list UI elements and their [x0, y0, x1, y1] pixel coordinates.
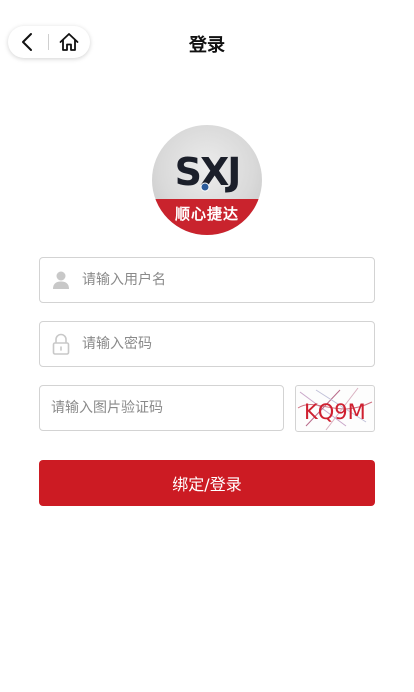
password-field[interactable]: [39, 321, 375, 367]
brand-name: 顺心捷达: [174, 205, 239, 223]
captcha-graphic: KQ9M: [297, 387, 373, 431]
login-page: 登录 SXJ 顺心捷达 请输入用户名 请输入图片验证码 KQ9M 绑定/登录: [0, 0, 414, 692]
bind-login-button[interactable]: 绑定/登录: [39, 460, 375, 506]
captcha-input[interactable]: [51, 386, 283, 430]
password-input[interactable]: [82, 322, 374, 366]
brand-name-band: 顺心捷达: [152, 199, 262, 235]
page-title: 登录: [189, 35, 225, 56]
captcha-field[interactable]: [39, 385, 284, 431]
captcha-text: KQ9M: [304, 400, 366, 424]
captcha-image[interactable]: KQ9M: [295, 385, 375, 432]
brand-logo: SXJ 顺心捷达: [152, 125, 262, 235]
username-input[interactable]: [82, 258, 374, 302]
user-icon: [53, 271, 69, 289]
brand-mark-graphic: SXJ: [175, 150, 242, 193]
lock-icon: [52, 333, 70, 355]
username-field[interactable]: [39, 257, 375, 303]
